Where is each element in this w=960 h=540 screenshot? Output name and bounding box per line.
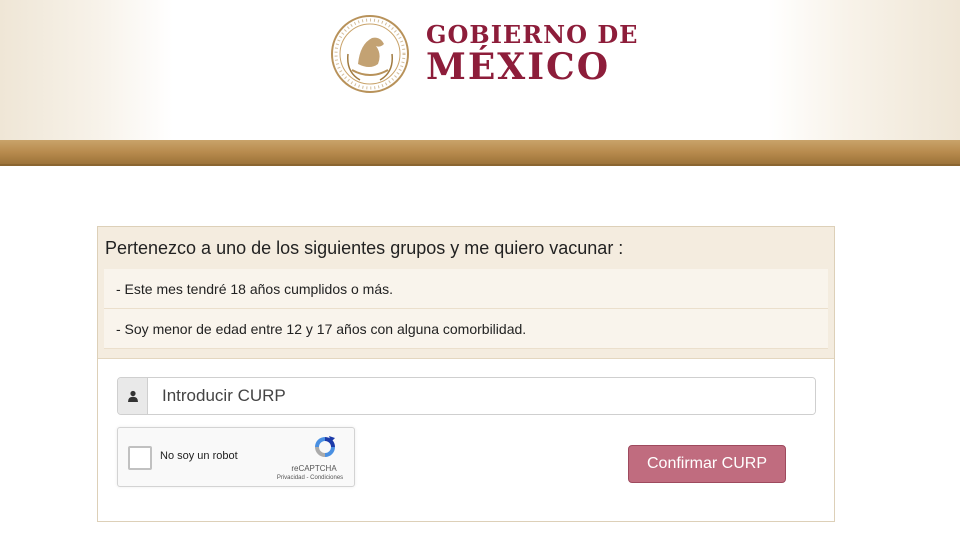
group-item: - Soy menor de edad entre 12 y 17 años c…	[104, 309, 828, 349]
recaptcha-widget: No soy un robot reCAPTCHA Privacidad - C…	[117, 427, 355, 487]
user-addon	[118, 378, 148, 414]
curp-input[interactable]	[148, 378, 815, 414]
vaccination-card: Pertenezco a uno de los siguientes grupo…	[97, 226, 835, 522]
group-item: - Este mes tendré 18 años cumplidos o má…	[104, 269, 828, 309]
recaptcha-label: No soy un robot	[160, 450, 238, 462]
logo-text: GOBIERNO DE MÉXICO	[426, 20, 639, 88]
national-seal-icon	[331, 15, 409, 93]
recaptcha-logo-icon	[315, 436, 335, 457]
card-header: Pertenezco a uno de los siguientes grupo…	[98, 227, 834, 359]
logo-line-2: MÉXICO	[426, 46, 611, 88]
site-header: GOBIERNO DE MÉXICO	[0, 0, 960, 140]
group-list: - Este mes tendré 18 años cumplidos o má…	[104, 269, 828, 349]
recaptcha-links[interactable]: Privacidad - Condiciones	[268, 475, 352, 481]
recaptcha-checkbox[interactable]	[128, 446, 152, 470]
header-band	[0, 140, 960, 166]
confirm-curp-button[interactable]: Confirmar CURP	[628, 445, 786, 483]
recaptcha-brand: reCAPTCHA	[291, 464, 337, 473]
card-title: Pertenezco a uno de los siguientes grupo…	[105, 238, 624, 258]
government-logo[interactable]: GOBIERNO DE MÉXICO	[330, 14, 638, 94]
logo-line-1: GOBIERNO DE	[426, 20, 639, 49]
user-icon	[127, 390, 138, 402]
curp-input-group	[117, 377, 816, 415]
